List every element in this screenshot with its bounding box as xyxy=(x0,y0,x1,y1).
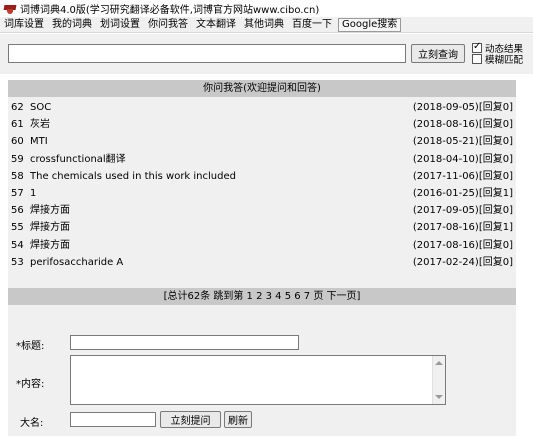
qa-item-number: 59 xyxy=(11,153,24,165)
fuzzy-match-checkbox[interactable] xyxy=(472,54,482,64)
qa-list-item[interactable]: 56 焊接方面 (2017-09-05)[回复0] xyxy=(8,202,516,219)
qa-item-number: 58 xyxy=(11,170,24,182)
qa-item-question[interactable]: 1 xyxy=(30,185,36,202)
qa-item-question[interactable]: 焊接方面 xyxy=(30,202,70,219)
app-logo-icon xyxy=(4,2,16,14)
qa-item-number: 55 xyxy=(11,222,24,234)
qa-list-item[interactable]: 53 perifosaccharide A (2017-02-24)[回复0] xyxy=(8,254,516,271)
textarea-scrollbar[interactable] xyxy=(432,356,445,404)
qa-item-question[interactable]: 灰岩 xyxy=(30,116,50,133)
menu-item-lexicon-settings[interactable]: 词库设置 xyxy=(0,17,48,33)
qa-item-meta: (2016-01-25)[回复1] xyxy=(412,187,513,199)
qa-list-item[interactable]: 58 The chemicals used in this work inclu… xyxy=(8,168,516,185)
window-title: 词博词典4.0版(学习研究翻译必备软件,词博官方网站www.cibo.cn) xyxy=(20,4,320,16)
qa-item-number: 53 xyxy=(11,256,24,268)
qa-list: 62 SOC (2018-09-05)[回复0] 61 灰岩 (2018-08-… xyxy=(8,99,516,271)
qa-item-question[interactable]: SOC xyxy=(30,99,51,116)
menu-item-my-dictionary[interactable]: 我的词典 xyxy=(48,17,96,33)
qa-item-meta: (2017-11-06)[回复0] xyxy=(412,170,513,182)
title-label: *标题: xyxy=(16,341,45,352)
qa-item-meta: (2017-08-16)[回复0] xyxy=(412,239,513,251)
qa-item-number: 61 xyxy=(11,119,24,131)
refresh-button[interactable]: 刷新 xyxy=(224,411,252,428)
qa-item-number: 54 xyxy=(11,239,24,251)
qa-item-question[interactable]: The chemicals used in this work included xyxy=(30,168,236,185)
qa-item-meta: (2017-09-05)[回复0] xyxy=(412,205,513,217)
qa-list-item[interactable]: 61 灰岩 (2018-08-16)[回复0] xyxy=(8,116,516,133)
qa-item-question[interactable]: crossfunctional翻译 xyxy=(30,151,126,168)
qa-item-number: 60 xyxy=(11,136,24,148)
scroll-up-icon[interactable] xyxy=(435,361,443,365)
scroll-down-icon[interactable] xyxy=(435,395,443,399)
qa-item-meta: (2017-02-24)[回复0] xyxy=(412,256,513,268)
qa-item-number: 56 xyxy=(11,205,24,217)
qa-list-item[interactable]: 54 焊接方面 (2017-08-16)[回复0] xyxy=(8,237,516,254)
qa-list-item[interactable]: 55 焊接方面 (2017-08-16)[回复1] xyxy=(8,219,516,236)
menu-bar: 词库设置 我的词典 划词设置 你问我答 文本翻译 其他词典 百度一下 Googl… xyxy=(0,17,533,33)
fuzzy-match-label: 模糊匹配 xyxy=(485,55,524,66)
pagination-bar[interactable]: [总计62条 跳到第 1 2 3 4 5 6 7 页 下一页] xyxy=(8,288,516,305)
qa-item-meta: (2018-08-16)[回复0] xyxy=(412,119,513,131)
qa-item-question[interactable]: perifosaccharide A xyxy=(30,254,123,271)
search-toolbar: 立刻查询 动态结果 模糊匹配 xyxy=(0,34,533,74)
qa-item-meta: (2018-09-05)[回复0] xyxy=(412,102,513,113)
menu-item-word-capture-settings[interactable]: 划词设置 xyxy=(96,17,144,33)
qa-item-question[interactable]: 焊接方面 xyxy=(30,219,70,236)
submit-question-button[interactable]: 立刻提问 xyxy=(160,411,221,428)
qa-item-question[interactable]: MTI xyxy=(30,133,48,150)
title-bar: 词博词典4.0版(学习研究翻译必备软件,词博官方网站www.cibo.cn) xyxy=(0,0,533,16)
qa-list-item[interactable]: 60 MTI (2018-05-21)[回复0] xyxy=(8,133,516,150)
qa-list-item[interactable]: 59 crossfunctional翻译 (2018-04-10)[回复0] xyxy=(8,151,516,168)
qa-list-item[interactable]: 62 SOC (2018-09-05)[回复0] xyxy=(8,99,516,116)
qa-item-number: 62 xyxy=(11,102,24,113)
qa-item-question[interactable]: 焊接方面 xyxy=(30,237,70,254)
fuzzy-match-option[interactable]: 模糊匹配 xyxy=(472,52,523,66)
qa-item-meta: (2017-08-16)[回复1] xyxy=(412,222,513,234)
question-title-input[interactable] xyxy=(70,335,299,350)
qa-list-item[interactable]: 57 1 (2016-01-25)[回复1] xyxy=(8,185,516,202)
qa-item-meta: (2018-04-10)[回复0] xyxy=(412,153,513,165)
qa-item-meta: (2018-05-21)[回复0] xyxy=(412,136,513,148)
lookup-button[interactable]: 立刻查询 xyxy=(411,44,465,63)
menu-item-qa[interactable]: 你问我答 xyxy=(144,17,192,33)
question-content-textarea[interactable] xyxy=(70,355,446,405)
content-label: *内容: xyxy=(16,379,45,390)
qa-panel-header: 你问我答(欢迎提问和回答) xyxy=(8,80,516,97)
menu-item-other-dictionaries[interactable]: 其他词典 xyxy=(240,17,288,33)
menu-item-baidu[interactable]: 百度一下 xyxy=(288,17,336,33)
name-input[interactable] xyxy=(70,412,156,427)
qa-item-number: 57 xyxy=(11,187,24,199)
menu-item-google[interactable]: Google搜索 xyxy=(338,17,402,32)
menu-item-text-translation[interactable]: 文本翻译 xyxy=(192,17,240,33)
search-input[interactable] xyxy=(8,44,406,63)
name-label: 大名: xyxy=(20,418,44,429)
